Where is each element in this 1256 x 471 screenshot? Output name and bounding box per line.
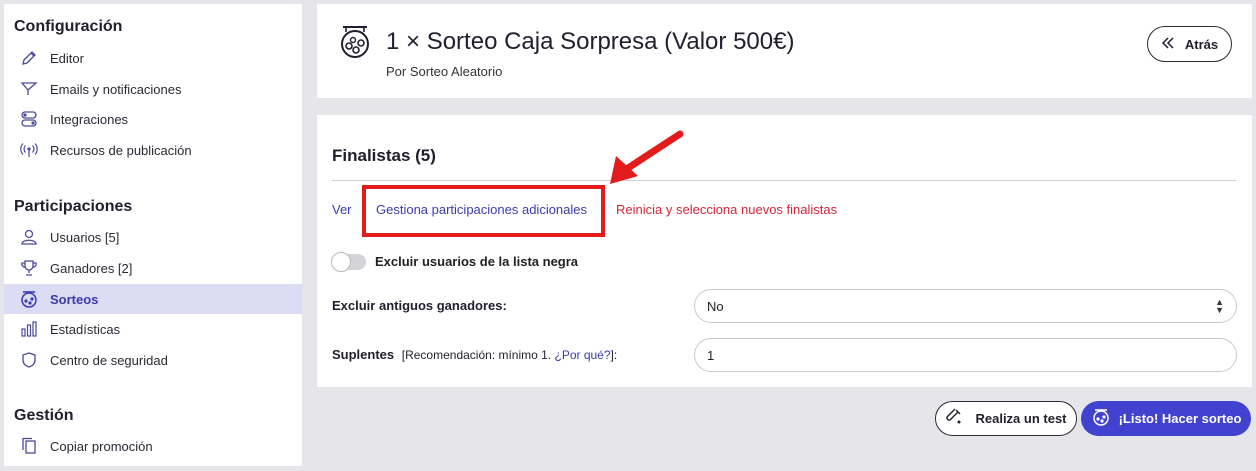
- section-title-gestion: Gestión: [14, 407, 74, 424]
- broadcast-icon: [18, 139, 40, 161]
- make-draw-label: ¡Listo! Hacer sorteo: [1118, 411, 1242, 426]
- divider: [332, 180, 1236, 181]
- lottery-drum-icon: [1091, 407, 1111, 430]
- copy-icon: [18, 435, 40, 457]
- user-icon: [18, 226, 40, 248]
- substitutes-label-group: Suplentes [Recomendación: mínimo 1. ¿Por…: [332, 347, 617, 362]
- header-card: 1 × Sorteo Caja Sorpresa (Valor 500€) Po…: [317, 4, 1252, 98]
- page-title: 1 × Sorteo Caja Sorpresa (Valor 500€): [386, 28, 795, 55]
- exclude-winners-label: Excluir antiguos ganadores:: [332, 298, 507, 313]
- reset-finalists-link[interactable]: Reinicia y selecciona nuevos finalistas: [616, 202, 837, 217]
- view-link[interactable]: Ver: [332, 202, 352, 217]
- substitutes-value: 1: [707, 347, 715, 363]
- sidebar-item-label: Sorteos: [50, 291, 99, 307]
- sidebar-item-recursos[interactable]: Recursos de publicación: [4, 135, 302, 165]
- lottery-drum-icon: [18, 288, 40, 310]
- sidebar-item-usuarios[interactable]: Usuarios [5]: [4, 222, 302, 252]
- sidebar-item-label: Copiar promoción: [50, 438, 153, 454]
- sidebar-item-seguridad[interactable]: Centro de seguridad: [4, 345, 302, 375]
- sidebar-item-label: Editor: [50, 50, 84, 66]
- select-caret-icon: ▲ ▼: [1215, 297, 1224, 315]
- back-button[interactable]: Atrás: [1147, 26, 1232, 62]
- sidebar-item-label: Estadísticas: [50, 321, 121, 337]
- why-link[interactable]: ¿Por qué?: [555, 348, 611, 362]
- sidebar-item-label: Recursos de publicación: [50, 142, 192, 158]
- make-draw-button[interactable]: ¡Listo! Hacer sorteo: [1081, 401, 1251, 436]
- shield-icon: [18, 349, 40, 371]
- sidebar-item-copiar[interactable]: Copiar promoción: [4, 431, 302, 461]
- exclude-winners-value: No: [707, 298, 724, 314]
- run-test-button[interactable]: Realiza un test: [935, 401, 1077, 436]
- toggles-icon: [18, 108, 40, 130]
- sidebar: Configuración Editor Emails y notificaci…: [4, 4, 302, 466]
- annotation-arrow-icon: [610, 130, 684, 184]
- sidebar-item-label: Ganadores [2]: [50, 260, 133, 276]
- sidebar-item-ganadores[interactable]: Ganadores [2]: [4, 253, 302, 283]
- section-title-participaciones: Participaciones: [14, 198, 133, 215]
- double-chevron-left-icon: [1161, 36, 1175, 52]
- sidebar-item-sorteos[interactable]: Sorteos: [4, 284, 302, 314]
- sidebar-item-label: Emails y notificaciones: [50, 81, 182, 97]
- exclude-winners-select[interactable]: No ▲ ▼: [694, 289, 1237, 323]
- substitutes-note-suffix: ]:: [610, 348, 618, 362]
- sidebar-item-label: Centro de seguridad: [50, 352, 168, 368]
- sidebar-item-integraciones[interactable]: Integraciones: [4, 104, 302, 134]
- sidebar-item-label: Integraciones: [50, 111, 129, 127]
- annotation-highlight-box: [362, 185, 605, 237]
- section-title-configuracion: Configuración: [14, 18, 123, 35]
- substitutes-note: [Recomendación: mínimo 1. ¿Por qué?]:: [402, 348, 617, 362]
- blacklist-toggle[interactable]: [331, 252, 366, 272]
- substitutes-note-text: [Recomendación: mínimo 1.: [401, 348, 555, 362]
- lottery-drum-icon: [338, 24, 372, 65]
- blacklist-toggle-label: Excluir usuarios de la lista negra: [375, 254, 579, 269]
- substitutes-label: Suplentes: [332, 347, 395, 362]
- substitutes-input[interactable]: 1: [694, 338, 1237, 372]
- page-subtitle: Por Sorteo Aleatorio: [386, 64, 503, 79]
- pencil-icon: [18, 47, 40, 69]
- bar-chart-icon: [18, 318, 40, 340]
- trophy-icon: [18, 257, 40, 279]
- back-button-label: Atrás: [1184, 36, 1219, 52]
- sidebar-item-editor[interactable]: Editor: [4, 43, 302, 73]
- finalists-heading: Finalistas (5): [332, 146, 436, 165]
- finalists-card: Finalistas (5) Ver Gestiona participacio…: [317, 115, 1252, 387]
- test-tube-icon: [945, 408, 963, 429]
- send-icon: [18, 78, 40, 100]
- toggle-knob: [331, 252, 351, 272]
- sidebar-item-emails[interactable]: Emails y notificaciones: [4, 74, 302, 104]
- run-test-label: Realiza un test: [975, 411, 1067, 426]
- sidebar-item-label: Usuarios [5]: [50, 229, 120, 245]
- sidebar-item-estadisticas[interactable]: Estadísticas: [4, 314, 302, 344]
